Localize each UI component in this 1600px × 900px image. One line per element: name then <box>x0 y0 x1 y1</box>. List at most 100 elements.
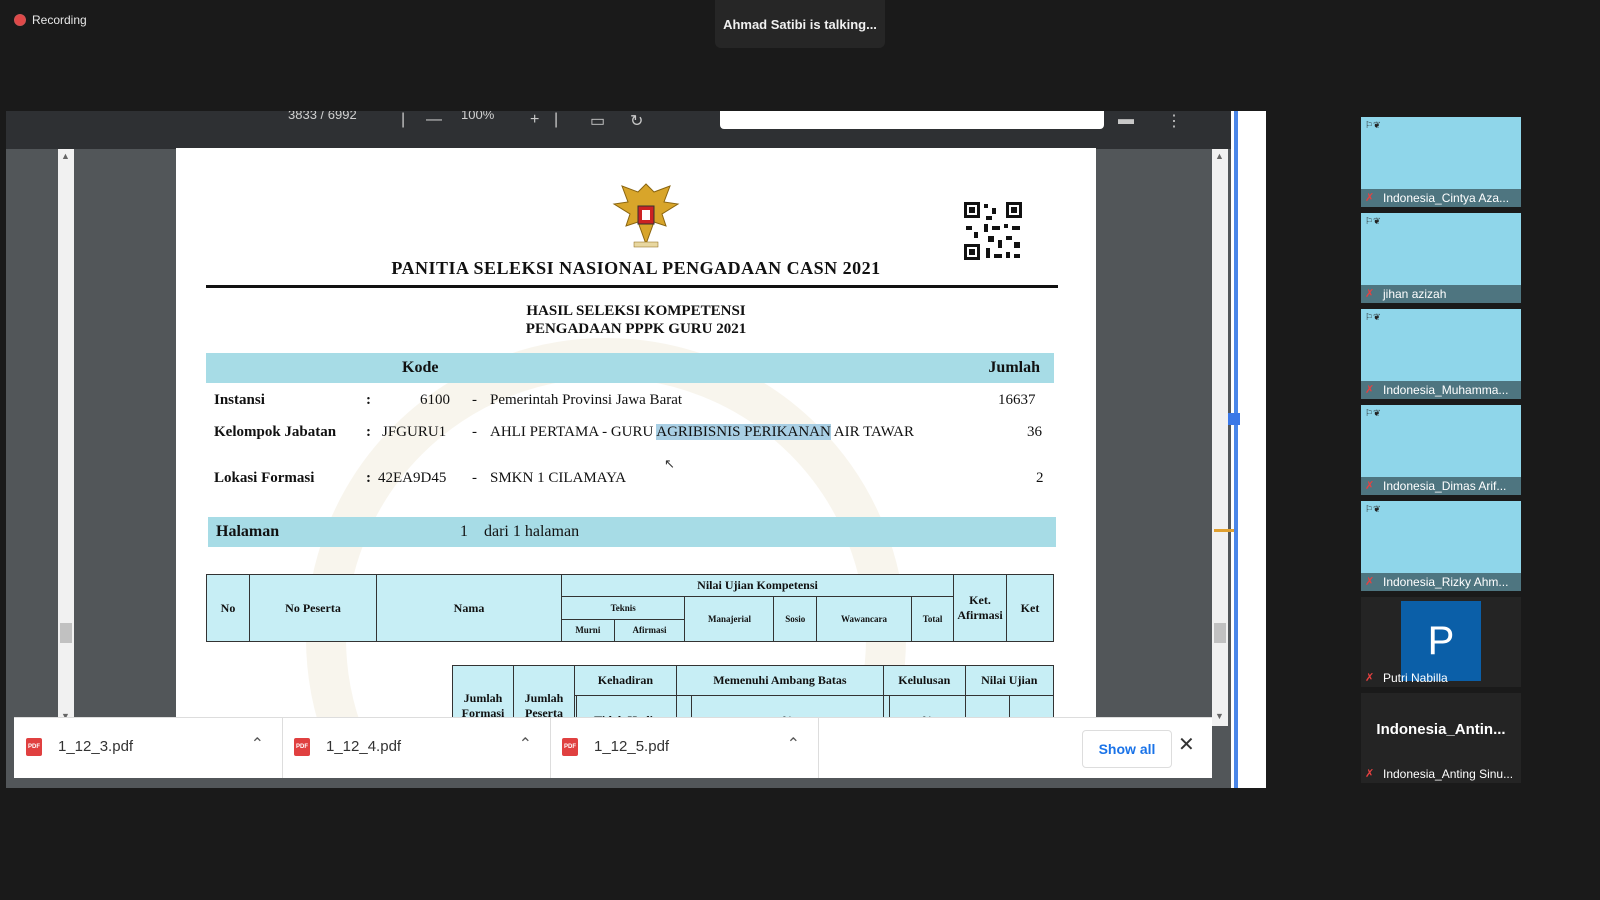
col-kelulusan: Kelulusan <box>882 665 966 696</box>
col-ket: Ket <box>1006 574 1054 642</box>
kelompok-code: JFGURU1 <box>382 424 447 440</box>
download-filename: 1_12_3.pdf <box>58 738 134 755</box>
participant-name: Indonesia_Rizky Ahm... <box>1361 573 1521 591</box>
col-teknis: Teknis <box>560 596 686 620</box>
show-all-button[interactable]: Show all <box>1082 730 1172 768</box>
mouse-cursor-icon: ↖ <box>664 457 675 472</box>
fit-page-icon[interactable]: ▭ <box>590 111 605 131</box>
participant-tile[interactable]: ⚐❦ ✗ Indonesia_Cintya Aza... <box>1361 117 1521 207</box>
scroll-thumb[interactable] <box>1214 623 1226 643</box>
scroll-marker <box>1214 529 1234 532</box>
kelompok-colon: : <box>366 424 371 440</box>
participant-tile[interactable]: ⚐❦ ✗ Indonesia_Dimas Arif... <box>1361 405 1521 495</box>
scroll-down-icon[interactable]: ▼ <box>1215 711 1224 721</box>
scroll-up-icon[interactable]: ▲ <box>1215 151 1224 161</box>
kelompok-name-highlight: AGRIBISNIS PERIKANAN <box>656 424 831 440</box>
page-indicator: 3833 / 6992 <box>288 111 357 122</box>
chevron-up-icon[interactable]: ⌃ <box>787 734 800 754</box>
halaman-text: dari 1 halaman <box>484 523 580 540</box>
lokasi-count: 2 <box>1036 470 1044 486</box>
mic-muted-icon: ✗ <box>1365 480 1375 492</box>
halaman-label: Halaman <box>216 523 280 540</box>
col-nilai-ujian-summary: Nilai Ujian <box>964 665 1055 696</box>
kode-header-band: Kode Jumlah <box>206 353 1054 383</box>
lokasi-label: Lokasi Formasi <box>214 470 315 486</box>
download-item[interactable]: PDF 1_12_4.pdf ⌃ <box>282 718 551 778</box>
instansi-colon: : <box>366 392 371 408</box>
scroll-thumb[interactable] <box>60 623 72 643</box>
participant-name: Indonesia_Muhamma... <box>1361 381 1521 399</box>
chevron-up-icon[interactable]: ⌃ <box>519 734 532 754</box>
talking-text: Ahmad Satibi is talking... <box>723 16 877 32</box>
download-item[interactable]: PDF 1_12_5.pdf ⌃ <box>550 718 819 778</box>
col-murni: Murni <box>561 618 615 643</box>
right-scrollbar[interactable]: ▲ ▼ <box>1212 149 1228 726</box>
talking-banner: Ahmad Satibi is talking... <box>715 0 885 48</box>
col-ket-afirmasi: Ket. Afirmasi <box>953 574 1007 642</box>
download-item[interactable]: PDF 1_12_3.pdf ⌃ <box>14 718 283 778</box>
mic-muted-icon: ✗ <box>1365 768 1375 780</box>
instansi-label: Instansi <box>214 392 265 408</box>
lokasi-code: 42EA9D45 <box>378 470 447 486</box>
kelompok-name-pre: AHLI PERTAMA - GURU <box>490 424 657 440</box>
participant-tile[interactable]: Indonesia_Antin... ✗ Indonesia_Anting Si… <box>1361 693 1521 783</box>
col-manajerial: Manajerial <box>684 596 775 642</box>
kelompok-count: 36 <box>1027 424 1042 440</box>
participant-tile[interactable]: ⚐❦ ✗ Indonesia_Muhamma... <box>1361 309 1521 399</box>
kelompok-name-post: AIR TAWAR <box>830 424 915 440</box>
participant-name: Indonesia_Anting Sinu... <box>1383 767 1514 781</box>
col-no-peserta: No Peserta <box>249 574 377 642</box>
document-title: PANITIA SELEKSI NASIONAL PENGADAAN CASN … <box>391 258 881 278</box>
zoom-level[interactable]: 100% <box>461 111 494 122</box>
recording-label: Recording <box>32 13 87 27</box>
lokasi-name: SMKN 1 CILAMAYA <box>490 470 627 486</box>
tile-status-icon: ⚐❦ <box>1365 408 1381 418</box>
zoom-in-icon[interactable]: + <box>530 111 539 129</box>
mic-muted-icon: ✗ <box>1365 288 1375 300</box>
mic-muted-icon: ✗ <box>1365 672 1375 684</box>
download-filename: 1_12_4.pdf <box>326 738 402 755</box>
tile-status-icon: ⚐❦ <box>1365 216 1381 226</box>
participant-tile[interactable]: ⚐❦ ✗ jihan azizah <box>1361 213 1521 303</box>
more-options-icon[interactable]: ⋮ <box>1166 111 1182 131</box>
share-border <box>1234 111 1238 788</box>
col-memenuhi: Memenuhi Ambang Batas <box>675 665 884 696</box>
pdf-viewer: ▲ ▼ ▲ ▼ PANITIA SELEKSI NASIONAL PENGADA… <box>6 148 1234 788</box>
kelompok-name: AHLI PERTAMA - GURU AGRIBISNIS PERIKANAN… <box>490 424 914 441</box>
participant-tile[interactable]: ⚐❦ ✗ Indonesia_Rizky Ahm... <box>1361 501 1521 591</box>
lokasi-dash: - <box>472 470 477 486</box>
participant-name: jihan azizah <box>1361 285 1521 303</box>
rotate-icon[interactable]: ↻ <box>630 111 643 131</box>
print-icon[interactable]: ▬ <box>1118 111 1134 129</box>
tile-status-icon: ⚐❦ <box>1365 312 1381 322</box>
instansi-count: 16637 <box>998 392 1036 408</box>
pdf-page: PANITIA SELEKSI NASIONAL PENGADAAN CASN … <box>176 148 1096 748</box>
close-icon[interactable]: ✕ <box>1178 732 1195 757</box>
participant-tile[interactable]: P ✗ Putri Nabilla <box>1361 597 1521 687</box>
recording-indicator: Recording <box>14 13 87 27</box>
instansi-code: 6100 <box>420 392 450 408</box>
mic-muted-icon: ✗ <box>1365 192 1375 204</box>
lokasi-colon: : <box>366 470 371 486</box>
pdf-search-input[interactable] <box>720 111 1104 129</box>
col-nama: Nama <box>376 574 562 642</box>
kelompok-label: Kelompok Jabatan <box>214 424 337 440</box>
garuda-emblem-icon <box>612 183 680 248</box>
col-afirmasi: Afirmasi <box>613 618 686 643</box>
shared-screen: 3833 / 6992 | — 100% + | ▭ ↻ ▬ ⋮ ▲ ▼ ▲ ▼ <box>6 111 1266 788</box>
halaman-band: Halaman 1 dari 1 halaman <box>208 517 1056 547</box>
scroll-position-marker <box>1228 413 1240 425</box>
scroll-up-icon[interactable]: ▲ <box>61 151 70 161</box>
chevron-up-icon[interactable]: ⌃ <box>251 734 264 754</box>
separator: | <box>554 111 559 128</box>
document-subtitle-2: PENGADAAN PPPK GURU 2021 <box>525 321 747 337</box>
left-scrollbar[interactable]: ▲ ▼ <box>58 149 74 726</box>
mic-muted-icon: ✗ <box>1365 384 1375 396</box>
mic-muted-icon: ✗ <box>1365 576 1375 588</box>
instansi-dash: - <box>472 392 477 408</box>
col-no: No <box>206 574 250 642</box>
zoom-out-icon[interactable]: — <box>426 111 442 129</box>
document-subtitle-1: HASIL SELEKSI KOMPETENSI <box>526 303 746 319</box>
col-nilai-ujian: Nilai Ujian Kompetensi <box>561 573 954 598</box>
results-table-header: No No Peserta Nama Nilai Ujian Kompetens… <box>206 573 1054 643</box>
